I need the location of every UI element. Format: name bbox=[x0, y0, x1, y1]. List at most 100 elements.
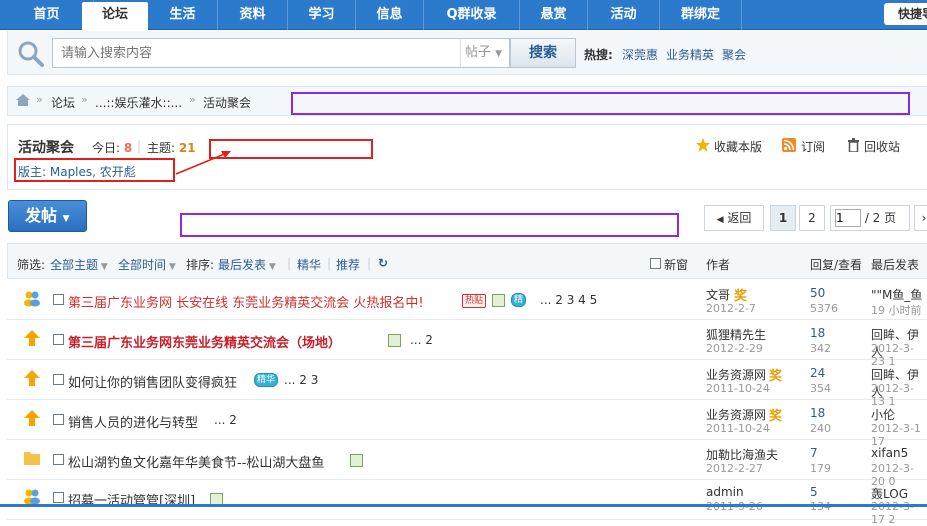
search-input[interactable] bbox=[52, 38, 460, 68]
new-window-label: 新窗 bbox=[664, 258, 689, 272]
page-total: / 2 页 bbox=[864, 211, 897, 225]
thread-replies[interactable]: 5 bbox=[810, 485, 818, 499]
sort-select[interactable]: 最后发表 ▼ bbox=[218, 256, 276, 273]
thread-replies[interactable]: 50 bbox=[810, 286, 825, 300]
thread-title[interactable]: 销售人员的进化与转型 bbox=[68, 412, 198, 431]
thread-views: 5376 bbox=[810, 302, 838, 315]
thread-replies[interactable]: 18 bbox=[810, 326, 825, 340]
hot-term-link[interactable]: 聚会 bbox=[722, 46, 746, 63]
filter-all-topics-label: 全部主题 bbox=[50, 258, 99, 272]
subscribe-link[interactable]: 订阅 bbox=[801, 138, 825, 155]
thread-last-time: 19 小时前 bbox=[871, 304, 922, 317]
thread-pages[interactable]: ... 2 bbox=[410, 333, 433, 347]
nav-tab-resources[interactable]: 资料 bbox=[218, 0, 288, 30]
page-input[interactable] bbox=[835, 209, 861, 227]
chevron-down-icon: ▼ bbox=[266, 262, 276, 272]
rss-icon bbox=[782, 138, 796, 152]
annotation-box bbox=[180, 213, 679, 237]
thread-date: 2012-2-29 bbox=[706, 342, 763, 355]
thread-author[interactable]: 狐狸精先生 bbox=[706, 326, 766, 343]
back-button[interactable]: ◀ 返回 bbox=[704, 205, 764, 231]
quick-nav-button[interactable]: 快捷导 bbox=[884, 3, 927, 25]
nav-tab-home[interactable]: 首页 bbox=[0, 0, 94, 30]
thread-author[interactable]: 加勒比海渔夫 bbox=[706, 446, 778, 463]
search-button[interactable]: 搜索 bbox=[510, 38, 576, 68]
pinned-arrow-icon bbox=[24, 370, 40, 386]
thread-author[interactable]: 业务资源网 bbox=[706, 406, 766, 423]
nav-tab-forum[interactable]: 论坛 bbox=[82, 2, 148, 32]
pinned-arrow-icon bbox=[24, 410, 40, 426]
thread-title[interactable]: 第三届广东业务网 长安在线 东莞业务精英交流会 火热报名中! bbox=[68, 292, 424, 311]
recycle-bin-link[interactable]: 回收站 bbox=[864, 138, 900, 155]
column-replies: 回复/查看 bbox=[810, 258, 863, 272]
folder-icon bbox=[24, 452, 40, 465]
filter-all-topics[interactable]: 全部主题 ▼ bbox=[50, 256, 108, 273]
filter-digest[interactable]: 精华 bbox=[297, 256, 321, 273]
thread-pages[interactable]: ... 2 bbox=[214, 413, 237, 427]
filter-label: 筛选: bbox=[17, 258, 46, 272]
page-button[interactable]: 2 bbox=[799, 205, 825, 231]
chevron-down-icon: ▼ bbox=[166, 262, 176, 272]
thread-title[interactable]: 松山湖钓鱼文化嘉年华美食节--松山湖大盘鱼 bbox=[68, 452, 324, 471]
breadcrumb-item[interactable]: 论坛 bbox=[51, 94, 75, 111]
column-author: 作者 bbox=[706, 258, 731, 272]
breadcrumb-item[interactable]: ...::娱乐灌水::... bbox=[95, 94, 182, 111]
thread-date: 2011-10-24 bbox=[706, 422, 770, 435]
thread-pages[interactable]: ... 2 3 bbox=[284, 373, 318, 387]
column-last-post: 最后发表 bbox=[871, 258, 920, 272]
hot-term-link[interactable]: 深莞惠 bbox=[622, 46, 658, 63]
nav-tab-bounty[interactable]: 悬赏 bbox=[520, 0, 588, 30]
hot-term-link[interactable]: 业务精英 bbox=[666, 46, 714, 63]
stat-divider: | bbox=[137, 139, 142, 153]
next-page-button[interactable]: › bbox=[914, 205, 927, 231]
search-scope-label: 帖子 bbox=[465, 45, 492, 60]
breadcrumb-item[interactable]: 活动聚会 bbox=[203, 94, 251, 111]
nav-tab-qgroups[interactable]: Q群收录 bbox=[424, 0, 520, 30]
thread-last-user[interactable]: 小伦 bbox=[871, 406, 895, 423]
nav-tab-events[interactable]: 活动 bbox=[588, 0, 660, 30]
thread-checkbox[interactable] bbox=[53, 414, 64, 425]
filter-recommend[interactable]: 推荐 bbox=[336, 256, 360, 273]
breadcrumb-separator: » bbox=[36, 93, 43, 106]
thread-checkbox[interactable] bbox=[53, 294, 64, 305]
filter-all-time[interactable]: 全部时间 ▼ bbox=[118, 256, 176, 273]
thread-views: 354 bbox=[810, 382, 831, 395]
annotation-arrow-icon bbox=[175, 151, 231, 175]
thread-last-user[interactable]: ""M鱼_鱼 bbox=[871, 286, 922, 303]
filter-all-time-label: 全部时间 bbox=[118, 258, 167, 272]
thread-last-user[interactable]: xifan5 bbox=[871, 446, 908, 460]
nav-tab-group-bind[interactable]: 群绑定 bbox=[660, 0, 742, 30]
group-icon bbox=[24, 291, 40, 307]
thread-author[interactable]: 文哥 bbox=[706, 286, 730, 303]
thread-checkbox[interactable] bbox=[53, 492, 64, 503]
breadcrumb-separator: » bbox=[81, 93, 88, 106]
thread-author[interactable]: 业务资源网 bbox=[706, 366, 766, 383]
nav-tab-info[interactable]: 信息 bbox=[356, 0, 424, 30]
new-window-checkbox[interactable] bbox=[650, 258, 661, 269]
refresh-icon[interactable]: ↻ bbox=[378, 256, 388, 270]
thread-replies[interactable]: 18 bbox=[810, 406, 825, 420]
thread-title[interactable]: 第三届广东业务网东莞业务精英交流会（场地） bbox=[68, 332, 341, 351]
thread-replies[interactable]: 7 bbox=[810, 446, 818, 460]
nav-tab-study[interactable]: 学习 bbox=[288, 0, 356, 30]
favorite-forum-link[interactable]: 收藏本版 bbox=[714, 138, 762, 155]
thread-checkbox[interactable] bbox=[53, 374, 64, 385]
thread-views: 342 bbox=[810, 342, 831, 355]
search-scope-select[interactable]: 帖子 ▼ bbox=[460, 38, 510, 68]
thread-checkbox[interactable] bbox=[53, 334, 64, 345]
page-jump: / 2 页 bbox=[830, 205, 910, 231]
nav-tab-life[interactable]: 生活 bbox=[148, 0, 218, 30]
new-post-button[interactable]: 发帖 ▼ bbox=[8, 200, 87, 232]
thread-author[interactable]: admin bbox=[706, 485, 744, 499]
thread-pages[interactable]: ... 2 3 4 5 bbox=[540, 293, 597, 307]
thread-date: 2011-10-24 bbox=[706, 382, 770, 395]
home-icon[interactable] bbox=[16, 94, 30, 106]
thread-replies[interactable]: 24 bbox=[810, 366, 825, 380]
image-attachment-icon bbox=[350, 454, 363, 467]
trash-icon bbox=[848, 138, 859, 152]
moderator-list[interactable]: 版主: Maples, 农开彪 bbox=[18, 163, 136, 180]
thread-title[interactable]: 如何让你的销售团队变得疯狂 bbox=[68, 372, 237, 391]
thread-checkbox[interactable] bbox=[53, 454, 64, 465]
chevron-down-icon: ▼ bbox=[495, 49, 503, 59]
page-button[interactable]: 1 bbox=[770, 205, 796, 231]
